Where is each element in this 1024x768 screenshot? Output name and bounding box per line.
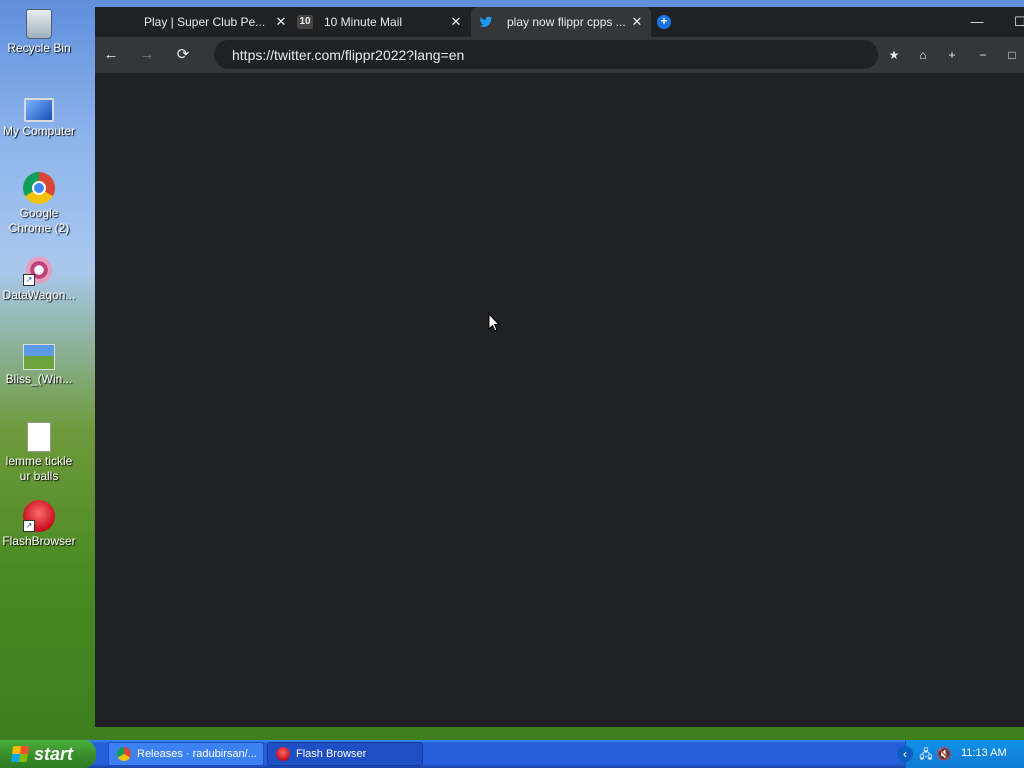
datawagon-icon: ↗	[23, 254, 55, 286]
desktop-icon-text-file[interactable]: lemme tickle ur balls	[0, 418, 78, 484]
chrome-icon	[23, 172, 55, 204]
system-tray: ‹ 🖧 🔇 11:13 AM	[897, 740, 1024, 768]
tab-close-icon[interactable]: ✕	[273, 14, 289, 30]
twitter-bird-icon	[479, 16, 493, 28]
text-file-icon	[27, 422, 51, 452]
taskbar: start Releases · radubirsan/... Flash Br…	[0, 740, 1024, 768]
new-tab-button[interactable]: +	[657, 15, 671, 29]
tab-title: Play | Super Club Pe...	[144, 15, 266, 29]
desktop-icon-label: My Computer	[2, 124, 76, 138]
windows-logo-icon	[10, 746, 30, 762]
browser-window: Play | Super Club Pe... ✕ 10 10 Minute M…	[95, 7, 1024, 727]
home-icon[interactable]: ⌂	[913, 45, 933, 65]
volume-muted-icon[interactable]: 🔇	[936, 746, 952, 762]
tab-10-minute-mail[interactable]: 10 10 Minute Mail ✕	[295, 7, 470, 37]
tab-favicon: 10	[297, 15, 313, 29]
desktop-icon-label: Recycle Bin	[7, 41, 71, 55]
minimize-icon[interactable]: −	[973, 45, 993, 65]
taskbar-item-chrome-releases[interactable]: Releases · radubirsan/...	[108, 742, 264, 766]
desktop-icon-google-chrome[interactable]: Google Chrome (2)	[0, 172, 78, 236]
desktop-icon-label: Bliss_(Win...	[5, 372, 73, 386]
tab-title: play now flippr cpps ...	[507, 15, 626, 29]
desktop-icon-my-computer[interactable]: My Computer	[0, 90, 78, 139]
page-content[interactable]	[95, 73, 1024, 727]
taskbar-item-flash-browser[interactable]: Flash Browser	[267, 742, 423, 766]
shortcut-arrow-icon: ↗	[23, 520, 35, 532]
minimize-window-icon[interactable]: —	[967, 12, 987, 32]
tab-super-club-penguin[interactable]: Play | Super Club Pe... ✕	[105, 7, 295, 37]
mouse-cursor-icon	[488, 313, 500, 332]
restore-icon[interactable]: □	[1002, 45, 1022, 65]
image-file-icon	[23, 344, 55, 370]
start-label: start	[34, 743, 74, 764]
url-input[interactable]	[232, 45, 852, 64]
desktop-icon-bliss[interactable]: Bliss_(Win...	[0, 338, 78, 387]
reload-button[interactable]: ⟳	[172, 44, 194, 66]
browser-toolbar: ← → ⟳ ★ ⌂ + − □	[95, 37, 1024, 73]
bookmark-star-icon[interactable]: ★	[884, 45, 904, 65]
desktop-icon-datawagon[interactable]: ↗ DataWagon...	[0, 254, 78, 303]
tab-flippr-twitter[interactable]: play now flippr cpps ... ✕	[471, 7, 651, 37]
tab-close-icon[interactable]: ✕	[448, 14, 464, 30]
desktop-icon-label: Google Chrome (2)	[8, 206, 70, 235]
clock[interactable]: 11:13 AM	[961, 747, 1007, 759]
forward-button[interactable]: →	[136, 44, 158, 66]
desktop-icon-recycle-bin[interactable]: Recycle Bin	[0, 5, 78, 56]
computer-icon	[24, 98, 54, 122]
tab-strip: Play | Super Club Pe... ✕ 10 10 Minute M…	[95, 7, 1024, 37]
flashbrowser-icon: ↗	[23, 500, 55, 532]
recycle-bin-icon	[26, 9, 52, 39]
desktop: Recycle Bin My Computer Google Chrome (2…	[0, 0, 95, 740]
tab-title: 10 Minute Mail	[324, 15, 403, 29]
tab-close-icon[interactable]: ✕	[629, 14, 645, 30]
extension-plus-icon[interactable]: +	[942, 45, 962, 65]
address-bar[interactable]	[214, 40, 878, 69]
flashbrowser-icon	[276, 747, 290, 761]
shortcut-arrow-icon: ↗	[23, 274, 35, 286]
network-icon[interactable]: 🖧	[918, 746, 934, 762]
start-button[interactable]: start	[0, 740, 96, 768]
tray-expand-chevron-icon[interactable]: ‹	[897, 746, 913, 762]
desktop-icon-label: lemme tickle ur balls	[5, 454, 73, 483]
taskbar-item-label: Releases · radubirsan/...	[137, 748, 257, 760]
back-button[interactable]: ←	[100, 44, 122, 66]
taskbar-item-label: Flash Browser	[296, 748, 367, 760]
desktop-icon-flashbrowser[interactable]: ↗ FlashBrowser	[0, 500, 78, 549]
chrome-icon	[117, 747, 131, 761]
desktop-icon-label: DataWagon...	[2, 288, 76, 302]
maximize-window-icon[interactable]: ☐	[1010, 12, 1024, 32]
desktop-icon-label: FlashBrowser	[2, 534, 76, 548]
